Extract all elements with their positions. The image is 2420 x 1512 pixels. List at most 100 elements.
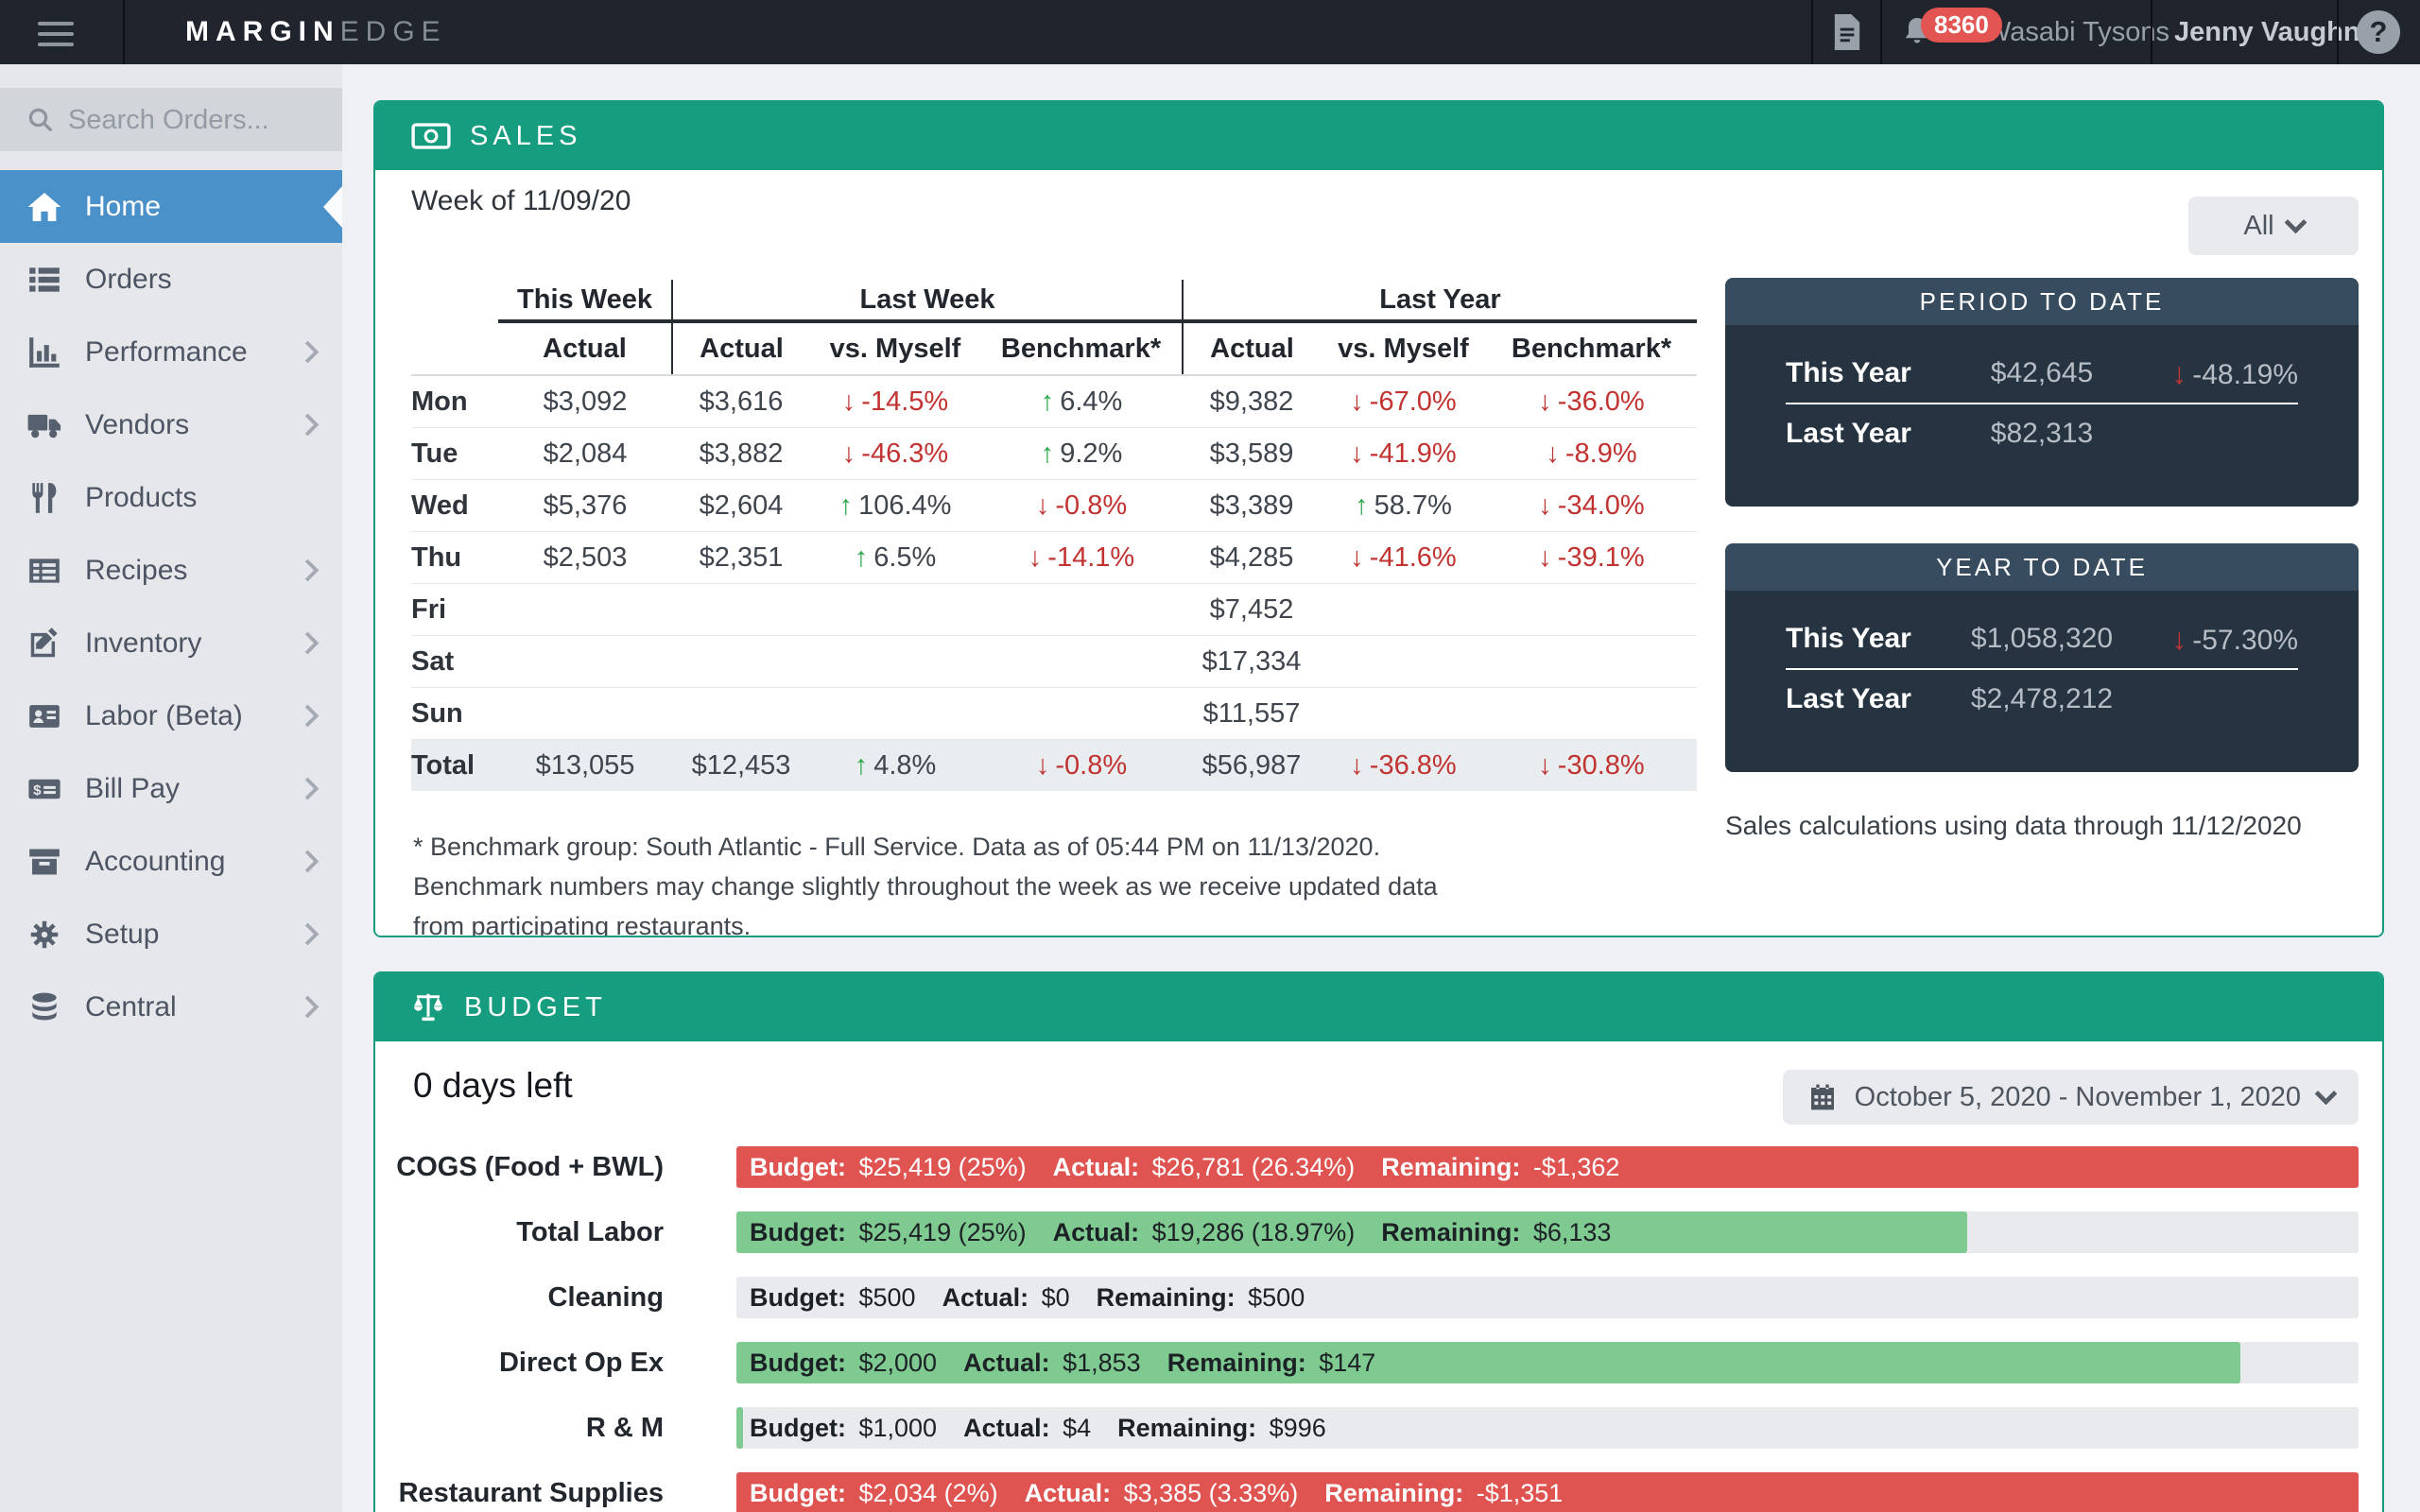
budget-bar-stats: Budget: $1,000Actual: $4Remaining: $996: [750, 1407, 1326, 1449]
sidebar-menu: Home Orders PerformanceVendorsProductsReci…: [0, 170, 342, 1043]
table-cell: ↓-0.8%: [980, 740, 1183, 792]
table-cell: ↓-67.0%: [1321, 375, 1486, 428]
sidebar-item-orders[interactable]: Orders: [0, 243, 342, 316]
sidebar-item-home[interactable]: Home: [0, 170, 342, 243]
orders-icon: [23, 258, 66, 301]
table-cell: $17,334: [1183, 636, 1321, 688]
sidebar-item-bill-pay[interactable]: $Bill Pay: [0, 752, 342, 825]
search-input[interactable]: [66, 88, 335, 153]
inventory-icon: [23, 622, 66, 665]
table-cell: ↓-41.6%: [1321, 532, 1486, 584]
table-row-wed: Wed$5,376$2,604↑106.4%↓-0.8%$3,389↑58.7%…: [411, 480, 1697, 532]
sidebar-item-products[interactable]: Products: [0, 461, 342, 534]
chevron-right-icon: [296, 558, 319, 581]
budget-bar-track: Budget: $2,034 (2%)Actual: $3,385 (3.33%…: [736, 1472, 2359, 1512]
arrow-down-icon: ↓: [1028, 542, 1043, 573]
arrow-down-icon: ↓: [1538, 542, 1552, 573]
labor-icon: [23, 695, 66, 738]
col-group-last-week: Last Week: [672, 280, 1183, 321]
arrow-up-icon: ↑: [855, 542, 869, 573]
sidebar-item-labor-beta[interactable]: Labor (Beta): [0, 679, 342, 752]
table-cell: $4,285: [1183, 532, 1321, 584]
sidebar-item-recipes[interactable]: Recipes: [0, 534, 342, 607]
chevron-down-icon: [2314, 1082, 2337, 1105]
ytd-last-year-label: Last Year: [1786, 683, 1911, 715]
chevron-right-icon: [296, 850, 319, 872]
budget-bar-fill: [736, 1407, 743, 1449]
table-cell: ↓-36.0%: [1486, 375, 1697, 428]
col-header: vs. Myself: [810, 321, 980, 375]
sidebar-item-vendors[interactable]: Vendors: [0, 388, 342, 461]
arrow-up-icon: ↑: [1041, 387, 1055, 417]
budget-row-restaurant-supplies: Restaurant Supplies Budget: $2,034 (2%)Ac…: [375, 1472, 2382, 1512]
budget-bar-track: Budget: $2,000Actual: $1,853Remaining: $…: [736, 1342, 2359, 1383]
arrow-up-icon: ↑: [1041, 438, 1055, 469]
budget-row-cleaning: CleaningBudget: $500Actual: $0Remaining:…: [375, 1277, 2382, 1318]
sidebar-item-performance[interactable]: Performance: [0, 316, 342, 388]
ptd-this-year-label: This Year: [1786, 357, 1911, 389]
brand-logo[interactable]: MARGINEDGE: [185, 0, 447, 64]
table-cell: ↑9.2%: [980, 428, 1183, 480]
location-name[interactable]: Wasabi Tysons: [1985, 0, 2169, 64]
col-header: Benchmark*: [980, 321, 1183, 375]
sales-panel: SALES Week of 11/09/20 This Week Last We…: [373, 100, 2384, 937]
table-cell: ↑106.4%: [810, 480, 980, 532]
sales-filter-value: All: [2243, 211, 2273, 242]
sidebar-item-label: Inventory: [85, 627, 201, 660]
arrow-up-icon: ↑: [855, 750, 869, 781]
sidebar-item-accounting[interactable]: Accounting: [0, 825, 342, 898]
chevron-right-icon: [296, 631, 319, 654]
chevron-right-icon: [296, 704, 319, 727]
user-name[interactable]: Jenny Vaughn: [2174, 0, 2360, 64]
vendors-icon: [23, 404, 66, 447]
hamburger-menu-icon[interactable]: [38, 22, 74, 46]
table-cell: $2,604: [672, 480, 810, 532]
budget-bar-stats: Budget: $500Actual: $0Remaining: $500: [750, 1277, 1305, 1318]
table-row-fri: Fri$7,452: [411, 584, 1697, 636]
table-cell: $3,882: [672, 428, 810, 480]
budget-row-direct-op-ex: Direct Op ExBudget: $2,000Actual: $1,853…: [375, 1342, 2382, 1383]
budget-date-range-dropdown[interactable]: October 5, 2020 - November 1, 2020: [1783, 1070, 2359, 1125]
table-cell: $3,589: [1183, 428, 1321, 480]
table-cell: ↓-34.0%: [1486, 480, 1697, 532]
arrow-down-icon: ↓: [2171, 356, 2187, 390]
chevron-right-icon: [296, 995, 319, 1018]
table-cell: $3,616: [672, 375, 810, 428]
search-orders-box: [0, 88, 342, 151]
budget-row-label: Restaurant Supplies: [375, 1478, 664, 1509]
col-group-this-week: This Week: [498, 280, 672, 321]
sidebar-item-setup[interactable]: Setup: [0, 898, 342, 971]
arrow-down-icon: ↓: [2171, 622, 2187, 656]
table-row-thu: Thu$2,503$2,351↑6.5%↓-14.1%$4,285↓-41.6%…: [411, 532, 1697, 584]
arrow-down-icon: ↓: [842, 387, 856, 417]
chevron-right-icon: [296, 340, 319, 363]
table-cell: ↑4.8%: [810, 740, 980, 792]
main-content: SALES Week of 11/09/20 This Week Last We…: [342, 64, 2420, 1512]
budget-bar-stats: Budget: $2,000Actual: $1,853Remaining: $…: [750, 1342, 1375, 1383]
recipes-icon: [23, 549, 66, 593]
sales-filter-dropdown[interactable]: All: [2188, 197, 2359, 255]
table-cell: ↓-8.9%: [1486, 428, 1697, 480]
active-item-notch: [323, 186, 342, 228]
top-bar: MARGINEDGE 8360 Wasabi Tysons Jenny Vaug…: [0, 0, 2420, 64]
col-header: Actual: [1183, 321, 1321, 375]
week-label: Week of 11/09/20: [411, 185, 631, 217]
sidebar-item-central[interactable]: Central: [0, 971, 342, 1043]
table-cell: $9,382: [1183, 375, 1321, 428]
budget-bar-stats: Budget: $2,034 (2%)Actual: $3,385 (3.33%…: [750, 1472, 1563, 1512]
table-cell: $2,351: [672, 532, 810, 584]
budget-panel: BUDGET 0 days left October 5, 2020 - Nov…: [373, 971, 2384, 1512]
sidebar-item-inventory[interactable]: Inventory: [0, 607, 342, 679]
topbar-divider: [1811, 0, 1813, 64]
table-cell: ↑6.4%: [980, 375, 1183, 428]
table-row-sun: Sun$11,557: [411, 688, 1697, 740]
accounting-icon: [23, 840, 66, 884]
sidebar-item-label: Orders: [85, 264, 172, 296]
document-icon[interactable]: [1828, 13, 1866, 51]
chevron-right-icon: [296, 922, 319, 945]
help-icon[interactable]: ?: [2357, 10, 2400, 54]
table-cell: ↓-14.5%: [810, 375, 980, 428]
col-header: Actual: [498, 321, 672, 375]
table-cell: $7,452: [1183, 584, 1321, 636]
notification-count-badge[interactable]: 8360: [1921, 8, 2002, 43]
